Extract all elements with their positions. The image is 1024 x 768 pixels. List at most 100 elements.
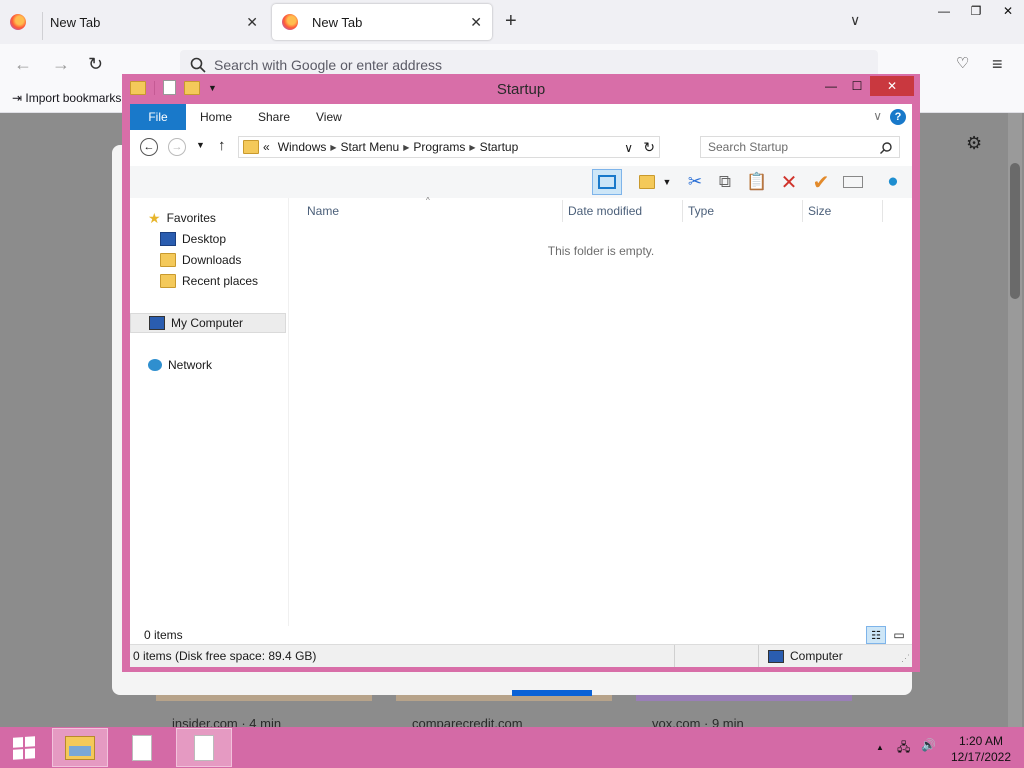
network-tray-icon[interactable]: 🖧 (897, 738, 910, 759)
breadcrumb-windows[interactable]: Windows (278, 140, 327, 154)
tab-divider (42, 12, 43, 40)
minimize-icon[interactable]: — (818, 76, 844, 96)
scrollbar-thumb[interactable] (1010, 163, 1020, 299)
gear-icon[interactable]: ⚙ (966, 133, 982, 154)
status-divider (758, 645, 759, 667)
search-placeholder: Search Startup (708, 140, 789, 154)
maximize-icon[interactable]: ☐ (844, 76, 870, 96)
back-arrow-icon[interactable]: ← (140, 138, 158, 156)
tab-share[interactable]: Share (258, 104, 290, 130)
explorer-title-bar[interactable]: ▼ Startup — ☐ ✕ (122, 74, 920, 104)
page-scrollbar[interactable] (1008, 113, 1022, 727)
forward-arrow-icon[interactable]: → (168, 138, 186, 156)
column-header-type[interactable]: Type (688, 204, 714, 218)
tile-highlight-bar (512, 690, 592, 696)
import-bookmarks-link[interactable]: ⇥ Import bookmarks... (12, 91, 131, 105)
paste-icon[interactable]: 📋 (746, 172, 768, 192)
nav-desktop[interactable]: Desktop (160, 229, 226, 249)
delete-icon[interactable]: ✕ (778, 172, 800, 194)
tab-file[interactable]: File (130, 104, 186, 130)
tile-thumbnail (156, 695, 372, 701)
preview-pane-icon[interactable] (592, 169, 622, 195)
search-icon (880, 142, 892, 154)
nav-label: Downloads (182, 253, 242, 267)
taskbar-file-explorer[interactable] (52, 728, 108, 767)
status-text: 0 items (Disk free space: 89.4 GB) (133, 649, 317, 663)
breadcrumb-startup[interactable]: Startup (480, 140, 519, 154)
computer-icon (149, 316, 165, 330)
breadcrumb-programs[interactable]: Programs (413, 140, 465, 154)
system-clock[interactable]: 1:20 AM 12/17/2022 (950, 733, 1012, 765)
search-input[interactable]: Search Startup (700, 136, 900, 158)
tab-home[interactable]: Home (200, 104, 232, 130)
taskbar-document-1[interactable] (114, 728, 170, 767)
computer-icon (768, 649, 784, 663)
sort-ascending-icon: ^ (426, 196, 430, 205)
start-button[interactable] (0, 728, 48, 767)
nav-label: Favorites (166, 211, 216, 225)
expand-ribbon-chevron-icon[interactable]: ∨ (873, 109, 882, 123)
new-tab-plus-icon[interactable]: + (505, 10, 517, 33)
nav-favorites[interactable]: ★ Favorites (148, 208, 216, 228)
cut-icon[interactable]: ✂ (684, 172, 706, 192)
details-view-icon[interactable]: ☷ (866, 626, 886, 644)
tab-view[interactable]: View (316, 104, 342, 130)
browser-tab-2[interactable]: New Tab ✕ (272, 4, 492, 40)
checkmark-icon[interactable]: ✔ (810, 172, 832, 194)
recent-locations-chevron-icon[interactable]: ▼ (196, 140, 205, 150)
address-history-chevron-icon[interactable]: ∨ (624, 141, 633, 155)
show-hidden-icons-icon[interactable]: ▲ (876, 743, 884, 752)
column-divider[interactable] (682, 200, 683, 222)
address-bar[interactable]: « Windows ▶ Start Menu ▶ Programs ▶ Star… (238, 136, 660, 158)
column-divider[interactable] (802, 200, 803, 222)
close-icon[interactable]: ✕ (870, 76, 914, 96)
copy-icon[interactable]: ⧉ (714, 172, 736, 192)
menu-hamburger-icon[interactable]: ≡ (992, 54, 1003, 75)
up-arrow-icon[interactable]: ↑ (218, 137, 226, 154)
nav-label: My Computer (171, 316, 244, 330)
volume-icon[interactable]: 🔊 (921, 738, 936, 752)
column-divider[interactable] (562, 200, 563, 222)
breadcrumb-overflow[interactable]: « (263, 140, 270, 154)
breadcrumb-separator-icon[interactable]: ▶ (403, 143, 409, 152)
clock-time: 1:20 AM (958, 734, 1004, 748)
close-icon[interactable]: ✕ (992, 0, 1024, 22)
breadcrumb-separator-icon[interactable]: ▶ (469, 143, 475, 152)
shell-icon[interactable]: ● (882, 171, 904, 192)
restore-icon[interactable]: ❐ (960, 0, 992, 22)
help-icon[interactable]: ? (890, 109, 906, 125)
column-divider[interactable] (882, 200, 883, 222)
browser-window-controls: — ❐ ✕ (928, 0, 1024, 22)
navigation-pane: ★ Favorites Desktop Downloads Recent pla… (130, 198, 289, 626)
select-dropdown-chevron-icon[interactable]: ▼ (660, 172, 674, 192)
column-header-date-modified[interactable]: Date modified (568, 204, 642, 218)
nav-network[interactable]: Network (148, 355, 212, 375)
browser-tab-1[interactable]: New Tab ✕ (0, 4, 268, 40)
resize-grip-icon[interactable]: ⋰ (901, 653, 910, 664)
close-tab-icon[interactable]: ✕ (470, 14, 482, 31)
taskbar-document-2[interactable] (176, 728, 232, 767)
back-arrow-icon[interactable]: ← (14, 54, 32, 75)
star-icon: ★ (148, 209, 161, 226)
list-tabs-chevron-icon[interactable]: ∨ (850, 12, 860, 29)
column-header-size[interactable]: Size (808, 204, 831, 218)
minimize-icon[interactable]: — (928, 0, 960, 22)
refresh-icon[interactable]: ↻ (643, 139, 655, 156)
nav-downloads[interactable]: Downloads (160, 250, 241, 270)
close-tab-icon[interactable]: ✕ (246, 14, 258, 31)
rename-icon[interactable] (842, 172, 864, 192)
column-header-name[interactable]: Name (307, 204, 339, 218)
large-icons-view-icon[interactable]: ▭ (890, 626, 908, 644)
desktop-icon (160, 232, 176, 246)
breadcrumb-start-menu[interactable]: Start Menu (341, 140, 400, 154)
nav-recent-places[interactable]: Recent places (160, 271, 258, 291)
nav-my-computer[interactable]: My Computer (130, 313, 286, 333)
explorer-window: ▼ Startup — ☐ ✕ File Home Share View ∨ ?… (122, 74, 920, 672)
status-location: Computer (768, 649, 843, 663)
reload-icon[interactable]: ↻ (88, 54, 103, 75)
forward-arrow-icon[interactable]: → (52, 54, 70, 75)
folder-icon (243, 140, 259, 154)
select-folder-icon[interactable] (636, 172, 658, 192)
breadcrumb-separator-icon[interactable]: ▶ (330, 143, 336, 152)
pocket-icon[interactable]: ♡ (956, 54, 969, 72)
